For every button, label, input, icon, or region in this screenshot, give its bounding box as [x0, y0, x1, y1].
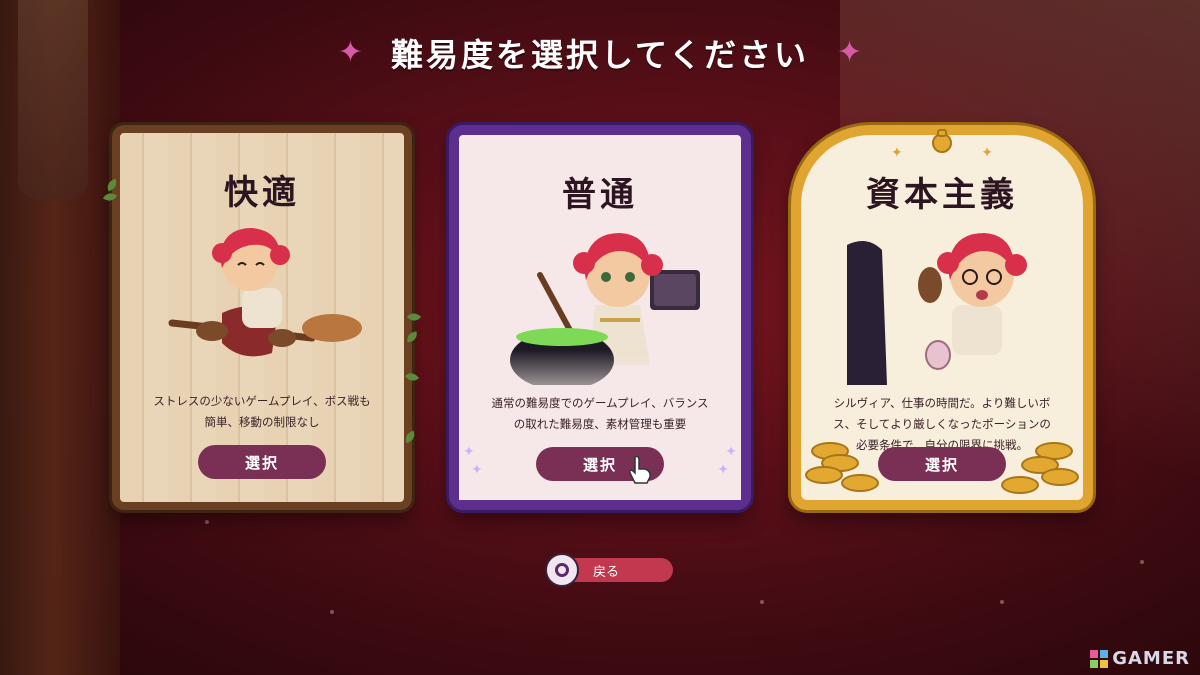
- back-control[interactable]: 戻る: [545, 553, 673, 587]
- pointer-hand-icon: [629, 455, 651, 484]
- background-wall: [0, 0, 120, 675]
- select-button[interactable]: 選択: [878, 447, 1006, 481]
- vine-leaf: [402, 430, 418, 444]
- sparkle-dot: [205, 520, 209, 524]
- sparkle-dot: [760, 600, 764, 604]
- difficulty-card-normal[interactable]: 普通 通常の難易度でのゲームプレイ、バランスの取れた難易度、素材管理も重要 選択…: [449, 125, 751, 510]
- difficulty-name: 資本主義: [866, 175, 1018, 215]
- back-button[interactable]: 戻る: [569, 558, 673, 582]
- gold-coin: [1001, 476, 1039, 494]
- vine-leaf: [406, 310, 422, 324]
- corner-sparkle-icon: ✦: [463, 444, 475, 460]
- sparkle-dot: [1000, 600, 1004, 604]
- watermark-text: GAMER: [1112, 648, 1190, 669]
- difficulty-description: ストレスの少ないゲームプレイ、ボス戦も簡単、移動の制限なし: [153, 394, 371, 429]
- sparkle-dot: [1140, 560, 1144, 564]
- difficulty-card-capitalism[interactable]: ✦ ✦ 資本主義 シルヴィア、仕事の時間だ。より難しいボス、そしてより厳しくなっ…: [791, 125, 1093, 510]
- title-bar: ✦ 難易度を選択してください ✦: [0, 30, 1200, 76]
- corner-sparkle-icon: ✦: [725, 444, 737, 460]
- corner-sparkle-icon: ✦: [471, 462, 483, 478]
- difficulty-name: 快適: [224, 173, 300, 213]
- witch-on-broom-illustration: [168, 228, 362, 357]
- watermark: GAMER: [1090, 648, 1190, 669]
- witch-with-boss-illustration: [847, 233, 1027, 385]
- money-bag-icon: [932, 129, 952, 153]
- gamer-logo-icon: [1090, 649, 1109, 668]
- vine-leaf: [404, 331, 420, 343]
- page-title: 難易度を選択してください: [390, 36, 810, 74]
- title-star-icon-right: ✦: [837, 35, 863, 70]
- gold-sparkle-icon: ✦: [981, 145, 993, 161]
- corner-sparkle-icon: ✦: [717, 462, 729, 478]
- gold-coin: [805, 466, 843, 484]
- circle-button-icon[interactable]: [545, 553, 579, 587]
- difficulty-description: 通常の難易度でのゲームプレイ、バランスの取れた難易度、素材管理も重要: [491, 396, 709, 431]
- gold-coin: [1041, 468, 1079, 486]
- difficulty-name: 普通: [562, 175, 638, 215]
- difficulty-card-comfortable[interactable]: 快適 ストレスの少ないゲームプレイ、ボス戦も簡単、移動の制限なし 選択: [102, 125, 422, 510]
- sparkle-dot: [330, 610, 334, 614]
- gold-coin: [841, 474, 879, 492]
- gold-sparkle-icon: ✦: [891, 145, 903, 161]
- vine-leaf: [404, 370, 420, 384]
- select-button[interactable]: 選択: [198, 445, 326, 479]
- title-star-icon-left: ✦: [337, 35, 363, 70]
